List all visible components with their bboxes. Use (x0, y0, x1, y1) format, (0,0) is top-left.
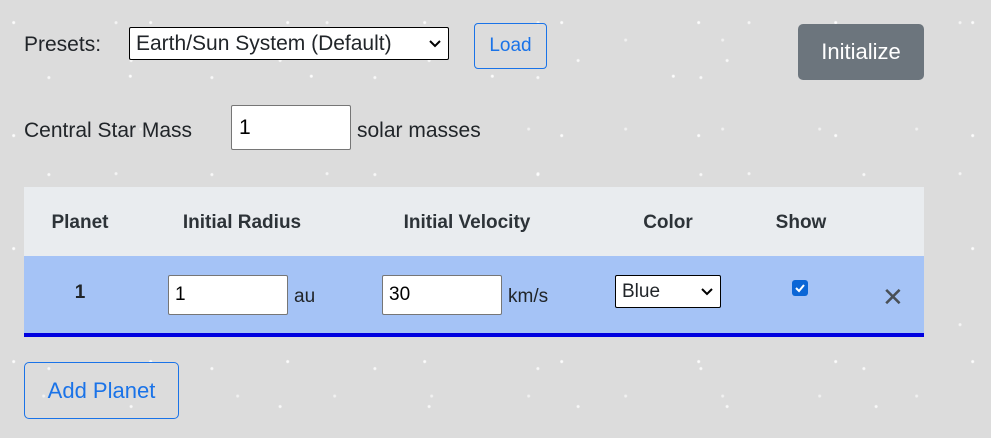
chevron-down-icon (701, 287, 713, 295)
color-select[interactable]: Blue (615, 275, 721, 308)
header-planet: Planet (51, 212, 109, 233)
initial-radius-input[interactable] (168, 275, 288, 315)
central-star-mass-input[interactable] (231, 105, 351, 150)
header-show: Show (775, 212, 827, 233)
remove-planet-icon[interactable]: ✕ (882, 284, 904, 310)
header-initial-velocity: Initial Velocity (403, 212, 531, 233)
header-color: Color (643, 212, 693, 233)
mass-unit-label: solar masses (357, 119, 481, 142)
velocity-unit: km/s (508, 286, 549, 307)
show-checkbox[interactable] (792, 280, 808, 296)
presets-select-value: Earth/Sun System (Default) (136, 31, 392, 55)
initial-velocity-input[interactable] (382, 275, 502, 315)
table-row: 1 au km/s Blue ✕ (24, 256, 924, 337)
checkmark-icon (795, 284, 805, 293)
presets-select[interactable]: Earth/Sun System (Default) (129, 27, 449, 60)
initialize-button[interactable]: Initialize (798, 24, 924, 80)
table-header: Planet Initial Radius Initial Velocity C… (24, 187, 924, 256)
central-star-mass-label: Central Star Mass (24, 119, 193, 142)
planet-table: Planet Initial Radius Initial Velocity C… (24, 187, 924, 337)
header-initial-radius: Initial Radius (182, 212, 302, 233)
chevron-down-icon (429, 39, 441, 47)
load-button[interactable]: Load (474, 23, 547, 69)
radius-unit: au (294, 286, 316, 307)
presets-label: Presets: (24, 33, 102, 56)
add-planet-button[interactable]: Add Planet (24, 362, 179, 419)
planet-number: 1 (74, 282, 86, 303)
color-select-value: Blue (622, 280, 661, 302)
